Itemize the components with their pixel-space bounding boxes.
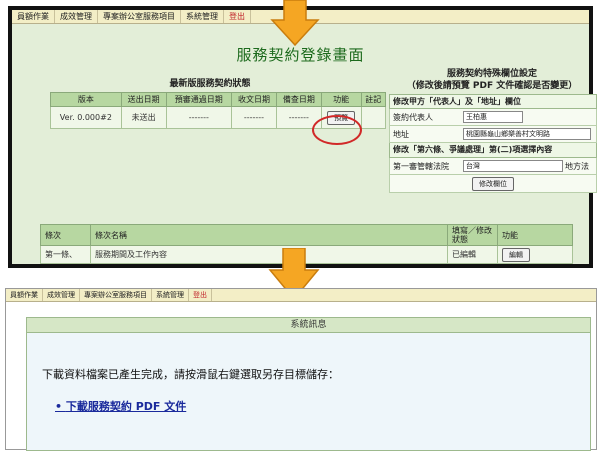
special-fields-note: （修改後請預覽 PDF 文件確認是否變更） [406,81,578,91]
system-message-title: 系統訊息 [27,318,590,333]
menu-item-logout[interactable]: 登出 [224,10,251,23]
contract-status-subtitle: 最新版服務契約狀態 [169,79,251,89]
cell-version: Ver. 0.000#2 [50,106,122,129]
section-party-fields: 修改甲方「代表人」及「地址」欄位 [389,94,597,109]
rep-label: 簽約代表人 [393,112,433,122]
col-clause-name: 條次名稱 [90,224,448,246]
cell-submit-date: 未送出 [120,106,167,129]
address-label: 地址 [393,129,409,139]
download-pdf-link[interactable]: • 下載服務契約 PDF 文件 [55,398,186,414]
download-message: 下載資料檔案已產生完成，請按滑鼠右鍵選取另存目標儲存： [42,368,339,381]
col-receipt-date: 收文日期 [231,92,277,107]
system-message-panel: 員額作業 成效管理 專案辦公室服務項目 系統管理 登出 系統訊息 下載資料檔案已… [5,288,597,451]
menu-item-staffing[interactable]: 員額作業 [6,289,43,301]
modify-row: 修改欄位 [389,175,597,193]
col-record-date: 備查日期 [275,92,322,107]
special-fields-panel: 修改甲方「代表人」及「地址」欄位 簽約代表人 王柏惠 地址 桃園縣龜山鄉樂善村文… [389,94,597,193]
col-version: 版本 [50,92,122,107]
col-note: 註記 [360,92,387,107]
court-label: 第一審管轄法院 [393,161,449,171]
cell-review-date: ------- [165,106,233,129]
menu-item-staffing[interactable]: 員額作業 [12,10,55,23]
modify-fields-button[interactable]: 修改欄位 [472,176,514,191]
col-clause-function: 功能 [497,224,573,246]
cell-edit-status: 已編輯 [447,245,498,264]
menu-item-logout[interactable]: 登出 [189,289,212,301]
court-input[interactable]: 台灣 [463,160,563,172]
rep-row: 簽約代表人 王柏惠 [389,109,597,126]
download-pdf-link-text[interactable]: 下載服務契約 PDF 文件 [66,400,186,413]
col-review-date: 預審通過日期 [165,92,233,107]
clause-header-row: 條次 條次名稱 填寫／修改狀態 功能 [40,224,573,246]
special-fields-title: 服務契約特殊欄位設定 [446,69,537,79]
court-suffix: 地方法 [565,161,589,171]
col-clause-no: 條次 [40,224,91,246]
menu-item-project-office[interactable]: 專案辦公室服務項目 [98,10,181,23]
down-arrow-icon [270,0,320,46]
cell-receipt-date: ------- [231,106,277,129]
court-row: 第一審管轄法院 台灣 地方法 [389,158,597,175]
menu-item-system[interactable]: 系統管理 [152,289,189,301]
rep-input[interactable]: 王柏惠 [463,111,523,123]
menu-item-performance[interactable]: 成效管理 [43,289,80,301]
address-input[interactable]: 桃園縣龜山鄉樂善村文明路 [463,128,591,140]
highlight-circle [312,115,362,145]
edit-button[interactable]: 編輯 [502,247,530,262]
menu-item-system[interactable]: 系統管理 [181,10,224,23]
cell-note [360,106,387,129]
menu-item-performance[interactable]: 成效管理 [55,10,98,23]
page-title: 服務契約登錄畫面 [236,46,365,64]
col-submit-date: 送出日期 [120,92,167,107]
cell-clause-no: 第一條、 [40,245,91,264]
special-fields-subtitle: 服務契約特殊欄位設定 （修改後請預覽 PDF 文件確認是否變更） [392,68,592,92]
table-header-row: 版本 送出日期 預審通過日期 收文日期 備查日期 功能 註記 [50,92,387,107]
address-row: 地址 桃園縣龜山鄉樂善村文明路 [389,126,597,143]
col-function: 功能 [320,92,362,107]
menu-item-project-office[interactable]: 專案辦公室服務項目 [80,289,152,301]
bottom-menu-bar: 員額作業 成效管理 專案辦公室服務項目 系統管理 登出 [6,289,596,302]
cell-clause-function: 編輯 [497,245,573,264]
section-dispute-fields: 修改「第六條、爭議處理」第(二)項選擇內容 [389,143,597,158]
system-message-box: 系統訊息 下載資料檔案已產生完成，請按滑鼠右鍵選取另存目標儲存： • 下載服務契… [26,317,591,451]
col-edit-status: 填寫／修改狀態 [447,224,498,246]
